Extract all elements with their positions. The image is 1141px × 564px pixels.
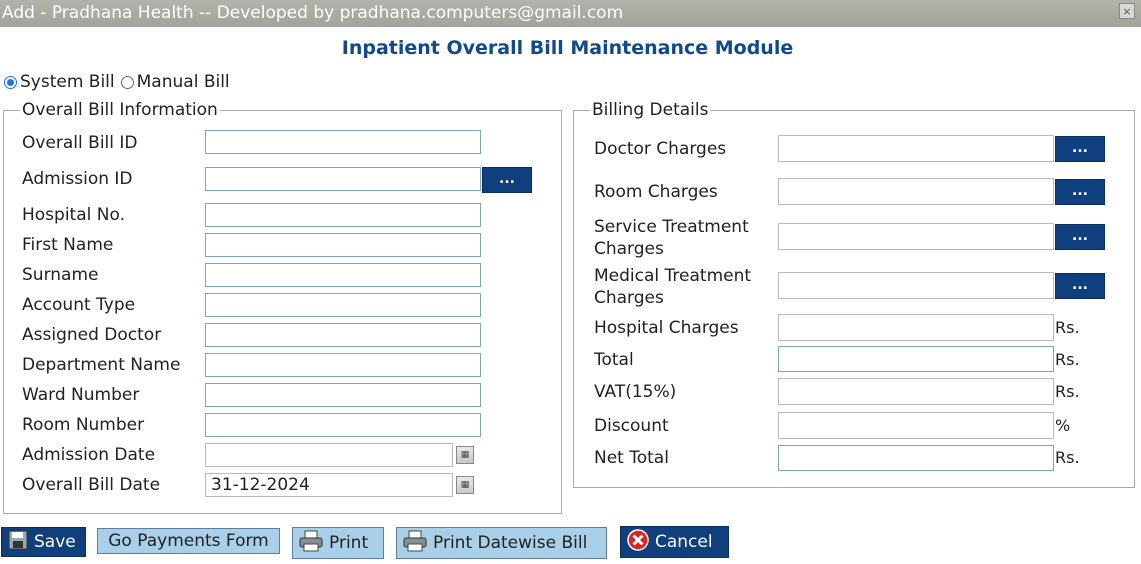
hospital-charges-input[interactable]: [778, 314, 1054, 341]
net-total-input[interactable]: [778, 445, 1054, 471]
print-button[interactable]: Print: [292, 527, 384, 559]
medical-treatment-lookup-button[interactable]: ...: [1055, 273, 1105, 299]
overall-bill-information-legend: Overall Bill Information: [22, 100, 218, 120]
cancel-icon: [627, 528, 649, 556]
department-name-label: Department Name: [22, 355, 181, 375]
service-treatment-lookup-button[interactable]: ...: [1055, 224, 1105, 250]
surname-input[interactable]: [205, 263, 481, 287]
admission-id-label: Admission ID: [22, 169, 133, 189]
surname-label: Surname: [22, 265, 99, 285]
net-total-label: Net Total: [594, 448, 669, 468]
medical-treatment-charges-label: Medical Treatment Charges: [594, 266, 752, 308]
total-label: Total: [594, 350, 634, 370]
overall-bill-date-input[interactable]: [205, 473, 453, 497]
room-number-input[interactable]: [205, 413, 481, 437]
go-payments-form-label: Go Payments Form: [108, 531, 269, 551]
vat-unit: Rs.: [1055, 382, 1080, 401]
doctor-charges-lookup-button[interactable]: ...: [1055, 136, 1105, 162]
department-name-input[interactable]: [205, 353, 481, 377]
bill-type-group: System Bill Manual Bill: [4, 72, 236, 92]
billing-details-legend: Billing Details: [592, 100, 709, 120]
admission-date-label: Admission Date: [22, 445, 156, 465]
room-charges-input[interactable]: [778, 178, 1054, 205]
printer-icon: [299, 530, 323, 557]
vat-label: VAT(15%): [594, 382, 677, 402]
ward-number-input[interactable]: [205, 383, 481, 407]
ward-number-label: Ward Number: [22, 385, 140, 405]
assigned-doctor-input[interactable]: [205, 323, 481, 347]
overall-bill-id-label: Overall Bill ID: [22, 133, 138, 153]
service-treatment-charges-input[interactable]: [778, 223, 1054, 250]
discount-unit: %: [1055, 416, 1071, 435]
hospital-no-label: Hospital No.: [22, 205, 125, 225]
room-number-label: Room Number: [22, 415, 145, 435]
save-button[interactable]: Save: [1, 527, 86, 557]
first-name-label: First Name: [22, 235, 114, 255]
service-treatment-charges-label: Service Treatment Charges: [594, 217, 749, 259]
calendar-icon[interactable]: ▦: [456, 476, 474, 494]
system-bill-radio[interactable]: [4, 75, 17, 89]
print-label: Print: [329, 533, 369, 553]
save-icon: [8, 530, 28, 555]
hospital-no-input[interactable]: [205, 203, 481, 227]
room-charges-label: Room Charges: [594, 182, 718, 202]
total-input[interactable]: [778, 346, 1054, 372]
window-title-bar: Add - Pradhana Health -- Developed by pr…: [0, 0, 1141, 27]
assigned-doctor-label: Assigned Doctor: [22, 325, 162, 345]
cancel-label: Cancel: [655, 532, 713, 552]
page-title: Inpatient Overall Bill Maintenance Modul…: [341, 37, 794, 59]
printer-icon: [403, 530, 427, 557]
hospital-charges-label: Hospital Charges: [594, 318, 739, 338]
window-title: Add - Pradhana Health -- Developed by pr…: [2, 3, 624, 23]
close-icon[interactable]: ×: [1119, 3, 1135, 19]
admission-lookup-button[interactable]: ...: [482, 167, 532, 193]
admission-id-input[interactable]: [205, 167, 481, 191]
room-charges-lookup-button[interactable]: ...: [1055, 179, 1105, 205]
doctor-charges-label: Doctor Charges: [594, 139, 727, 159]
system-bill-label[interactable]: System Bill: [20, 72, 115, 92]
overall-bill-date-label: Overall Bill Date: [22, 475, 161, 495]
total-unit: Rs.: [1055, 350, 1080, 369]
discount-input[interactable]: [778, 412, 1054, 439]
account-type-label: Account Type: [22, 295, 136, 315]
admission-date-input[interactable]: [205, 443, 453, 467]
overall-bill-id-input[interactable]: [205, 130, 481, 154]
vat-input[interactable]: [778, 378, 1054, 405]
discount-label: Discount: [594, 416, 669, 436]
manual-bill-radio[interactable]: [120, 75, 134, 89]
medical-treatment-charges-input[interactable]: [778, 272, 1054, 299]
doctor-charges-input[interactable]: [778, 135, 1054, 162]
cancel-button[interactable]: Cancel: [620, 526, 729, 558]
print-datewise-bill-label: Print Datewise Bill: [433, 533, 588, 553]
account-type-input[interactable]: [205, 293, 481, 317]
save-label: Save: [34, 532, 76, 552]
manual-bill-label[interactable]: Manual Bill: [137, 72, 230, 92]
net-total-unit: Rs.: [1055, 448, 1080, 467]
first-name-input[interactable]: [205, 233, 481, 257]
go-payments-form-button[interactable]: Go Payments Form: [97, 528, 280, 554]
print-datewise-bill-button[interactable]: Print Datewise Bill: [396, 527, 607, 559]
hospital-charges-unit: Rs.: [1055, 318, 1080, 337]
calendar-icon[interactable]: ▦: [456, 446, 474, 464]
